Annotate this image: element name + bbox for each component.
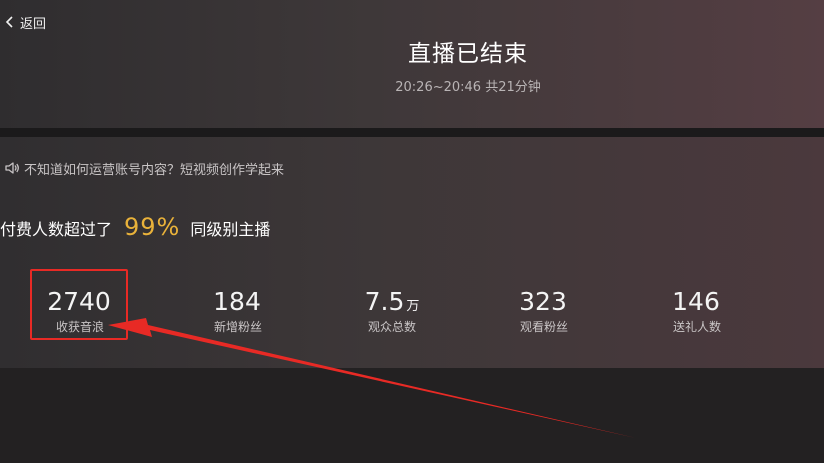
rank-prefix: 付费人数超过了 — [0, 220, 113, 239]
stat-total-viewers: 7.5 万 观众总数 — [332, 287, 452, 335]
back-button[interactable]: 返回 — [5, 12, 46, 32]
stat-value: 7.5 — [364, 287, 405, 316]
stat-watching-fans: 323 观看粉丝 — [484, 287, 604, 335]
rank-percent: 99% — [124, 213, 181, 241]
live-duration: 20:26~20:46 共21分钟 — [395, 80, 541, 95]
paying-users-rank: 付费人数超过了 99% 同级别主播 — [0, 213, 270, 243]
chevron-left-icon — [5, 15, 15, 29]
rank-suffix: 同级别主播 — [190, 220, 271, 239]
page-title: 直播已结束 — [408, 41, 528, 67]
stat-value: 323 — [519, 287, 567, 316]
speaker-icon — [4, 161, 20, 175]
stat-value: 184 — [213, 287, 261, 316]
creation-tip-link[interactable]: 不知道如何运营账号内容？短视频创作学起来 — [4, 159, 285, 178]
stat-label: 送礼人数 — [672, 320, 721, 334]
stat-unit: 万 — [406, 299, 420, 314]
notice-text: 不知道如何运营账号内容？短视频创作学起来 — [24, 162, 285, 178]
section-divider — [0, 128, 824, 137]
stat-new-fans: 184 新增粉丝 — [178, 287, 298, 335]
back-label: 返回 — [20, 16, 47, 32]
stat-value: 146 — [672, 287, 720, 316]
highlight-box — [30, 269, 128, 340]
stat-gift-senders: 146 送礼人数 — [637, 287, 757, 335]
live-ended-page: 返回 直播已结束 20:26~20:46 共21分钟 不知道如何运营账号内容？短… — [0, 0, 824, 463]
stat-label: 观看粉丝 — [519, 320, 568, 334]
stat-label: 观众总数 — [367, 320, 416, 334]
header: 返回 直播已结束 20:26~20:46 共21分钟 — [0, 0, 824, 128]
stat-label: 新增粉丝 — [213, 320, 262, 334]
